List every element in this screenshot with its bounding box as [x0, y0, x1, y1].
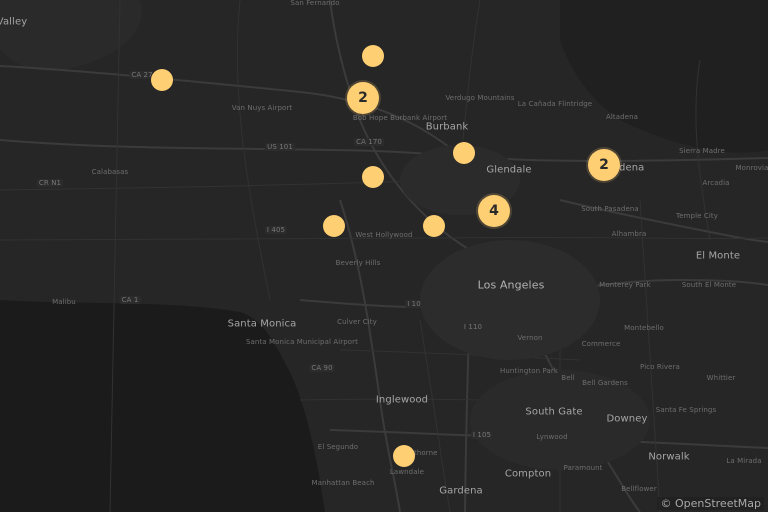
place-label-santa-fe-springs: Santa Fe Springs — [655, 406, 717, 414]
place-label-manhattan-beach: Manhattan Beach — [311, 479, 375, 487]
place-label-ca170: CA 170 — [354, 138, 384, 146]
place-label-bell: Bell — [561, 374, 575, 382]
place-label-ca90: CA 90 — [309, 364, 335, 372]
place-label-el-segundo: El Segundo — [317, 443, 359, 451]
place-label-vernon: Vernon — [517, 334, 543, 342]
map-view[interactable]: ValleySan FernandoCA 27Van Nuys AirportV… — [0, 0, 768, 512]
place-label-norwalk: Norwalk — [648, 451, 690, 463]
place-label-south-pasadena: South Pasadena — [581, 205, 639, 213]
place-label-temple-city: Temple City — [676, 212, 718, 220]
place-label-pico-rivera: Pico Rivera — [640, 363, 680, 371]
place-label-south-gate: South Gate — [525, 406, 583, 418]
place-label-montebello: Montebello — [624, 324, 664, 332]
place-label-la-mirada: La Mirada — [726, 457, 762, 465]
place-label-cr-n1: CR N1 — [36, 179, 64, 187]
place-label-altadena: Altadena — [605, 113, 639, 121]
location-marker[interactable] — [323, 215, 345, 237]
location-marker[interactable] — [362, 45, 384, 67]
cluster-marker[interactable]: 2 — [347, 82, 379, 114]
place-label-paramount: Paramount — [563, 464, 603, 472]
place-label-i405: I 405 — [264, 226, 288, 234]
ocean — [0, 300, 325, 512]
mountain-shading — [0, 0, 142, 71]
place-label-monrovia: Monrovia — [735, 164, 768, 172]
place-label-sierra-madre: Sierra Madre — [679, 147, 725, 155]
place-label-van-nuys-airport: Van Nuys Airport — [231, 104, 293, 112]
place-label-lawndale: Lawndale — [389, 468, 425, 476]
place-label-glendale: Glendale — [486, 164, 532, 176]
place-label-whittier: Whittier — [706, 374, 736, 382]
place-label-verdugo-mountains: Verdugo Mountains — [445, 94, 515, 102]
place-label-i105: I 105 — [470, 431, 494, 439]
place-label-south-el-monte: South El Monte — [681, 281, 737, 289]
place-label-los-angeles: Los Angeles — [477, 278, 545, 292]
place-label-monterey-park: Monterey Park — [599, 281, 651, 289]
place-label-burbank: Burbank — [425, 121, 469, 133]
place-label-inglewood: Inglewood — [375, 394, 429, 406]
place-label-commerce: Commerce — [581, 340, 621, 348]
place-label-west-hollywood: West Hollywood — [355, 231, 413, 239]
place-label-bell-gardens: Bell Gardens — [582, 379, 628, 387]
place-label-bellflower: Bellflower — [621, 485, 657, 493]
place-label-calabasas: Calabasas — [91, 168, 129, 176]
place-label-i110: I 110 — [461, 323, 485, 331]
cluster-marker[interactable]: 4 — [478, 195, 510, 227]
place-label-us101: US 101 — [265, 143, 295, 151]
place-label-downey: Downey — [606, 413, 648, 425]
place-label-el-monte: El Monte — [695, 250, 741, 262]
place-label-huntington-park: Huntington Park — [499, 367, 559, 375]
place-label-san-fernando: San Fernando — [290, 0, 340, 7]
place-label-ca1: CA 1 — [119, 296, 141, 304]
place-label-gardena: Gardena — [439, 485, 483, 497]
place-label-alhambra: Alhambra — [611, 230, 647, 238]
place-label-i10: I 10 — [405, 300, 423, 308]
location-marker[interactable] — [423, 215, 445, 237]
place-label-compton: Compton — [504, 468, 552, 480]
location-marker[interactable] — [151, 69, 173, 91]
mountain-shading — [560, 0, 768, 153]
urban-shading — [420, 240, 600, 360]
cluster-marker[interactable]: 2 — [588, 149, 620, 181]
place-label-beverly-hills: Beverly Hills — [335, 259, 381, 267]
place-label-arcadia: Arcadia — [702, 179, 730, 187]
place-label-culver-city: Culver City — [337, 318, 377, 326]
map-attribution[interactable]: © OpenStreetMap — [657, 497, 764, 510]
place-label-santa-monica-airport: Santa Monica Municipal Airport — [245, 338, 359, 346]
basemap — [0, 0, 768, 512]
place-label-santa-monica: Santa Monica — [227, 318, 297, 330]
location-marker[interactable] — [362, 166, 384, 188]
location-marker[interactable] — [453, 142, 475, 164]
place-label-la-canada-flintridge: La Cañada Flintridge — [517, 100, 593, 108]
place-label-malibu: Malibu — [52, 298, 76, 306]
place-label-valley: Valley — [0, 16, 28, 28]
location-marker[interactable] — [393, 445, 415, 467]
place-label-lynwood: Lynwood — [536, 433, 568, 441]
